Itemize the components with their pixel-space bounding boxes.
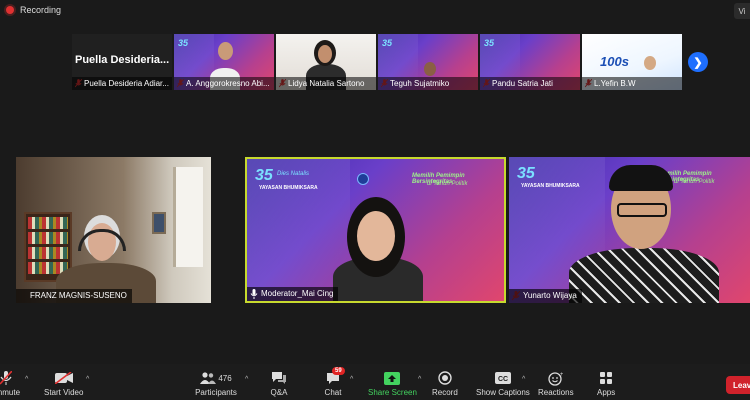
participant-thumbnail[interactable]: 35 Teguh Sujatmiko	[378, 34, 478, 90]
svg-text:+: +	[560, 372, 563, 378]
participant-thumbnail[interactable]: 100s L.Yefin B.W	[582, 34, 682, 90]
record-button[interactable]: Record	[432, 370, 458, 397]
slide-logo: 35	[178, 38, 189, 48]
moderator-face	[357, 211, 395, 261]
mic-icon	[250, 289, 258, 299]
seal-icon	[357, 173, 369, 185]
participant-name: A. Anggorokresno Abi...	[174, 77, 274, 90]
participant-name: Pandu Satria Jati	[480, 77, 580, 90]
participant-face	[644, 56, 656, 70]
slide-logo: 35	[255, 167, 273, 184]
wall-picture	[152, 212, 166, 234]
slide-subtitle: Dies Natalis	[277, 171, 310, 177]
participant-strip: Puella Desideria... Puella Desideria Adi…	[72, 34, 682, 90]
slide-headline-2: di Tahun Politik	[674, 179, 715, 185]
reactions-label: Reactions	[538, 388, 574, 397]
participant-big-name: Puella Desideria...	[75, 54, 170, 66]
participant-face	[424, 62, 436, 76]
slide-logo: 35	[484, 38, 495, 48]
apps-icon	[597, 370, 615, 386]
muted-mic-icon	[0, 370, 15, 386]
share-screen-button[interactable]: Share Screen	[368, 370, 417, 397]
next-page-arrow-icon[interactable]: ❯	[688, 52, 708, 72]
participant-name: L.Yefin B.W	[582, 77, 682, 90]
participants-button[interactable]: 476 Participants	[194, 370, 238, 397]
speaker-name: Moderator_Mai Cing	[247, 287, 339, 301]
speaker-name: Yunarto Wijaya	[509, 289, 582, 303]
participants-count: 476	[218, 373, 232, 383]
chat-caret-icon[interactable]: ^	[350, 376, 353, 383]
slide-headline-2: di Tahun Politik	[427, 181, 468, 187]
chat-badge: 59	[332, 367, 345, 375]
chat-button[interactable]: 59 Chat	[324, 367, 345, 397]
participant-thumbnail[interactable]: Lidya Natalia Sartono	[276, 34, 376, 90]
record-icon	[436, 370, 454, 386]
participant-thumbnail[interactable]: 35 A. Anggorokresno Abi...	[174, 34, 274, 90]
slide-logo: 35	[517, 165, 535, 182]
share-caret-icon[interactable]: ^	[418, 376, 421, 383]
apps-label: Apps	[597, 388, 616, 397]
slide-logo: 35	[382, 38, 393, 48]
participant-face	[318, 45, 332, 63]
reactions-icon: +	[547, 370, 565, 386]
unmute-button[interactable]: Unmute	[0, 370, 20, 397]
apps-button[interactable]: Apps	[597, 370, 615, 397]
glasses-icon	[617, 203, 667, 217]
video-off-icon	[54, 370, 73, 386]
video-tile[interactable]: FRANZ MAGNIS-SUSENO	[16, 157, 211, 303]
participant-name: Teguh Sujatmiko	[378, 77, 478, 90]
svg-text:CC: CC	[498, 376, 508, 383]
slide-org: YAYASAN BHUMIKSARA	[521, 183, 580, 189]
participants-icon: 476	[194, 370, 238, 386]
start-video-label: Start Video	[44, 388, 84, 397]
room-window	[173, 167, 203, 267]
participant-thumbnail[interactable]: 35 Pandu Satria Jati	[480, 34, 580, 90]
recording-dot-icon	[6, 6, 14, 14]
participant-name: Puella Desideria Adiar...	[72, 77, 172, 90]
participant-thumbnail[interactable]: Puella Desideria... Puella Desideria Adi…	[72, 34, 172, 90]
unmute-label: Unmute	[0, 388, 21, 397]
participants-caret-icon[interactable]: ^	[245, 376, 248, 383]
share-screen-icon	[383, 370, 401, 386]
leave-button[interactable]: Leav	[726, 376, 750, 394]
recording-indicator[interactable]: Recording	[6, 5, 61, 15]
video-options-caret-icon[interactable]: ^	[86, 376, 89, 383]
view-button[interactable]: Vi	[734, 3, 750, 19]
participant-name: Lidya Natalia Sartono	[276, 77, 376, 90]
slide-text: 100s	[600, 54, 629, 69]
participants-label: Participants	[195, 388, 237, 397]
qa-icon	[270, 370, 288, 386]
show-captions-button[interactable]: CC Show Captions	[476, 370, 530, 397]
show-captions-label: Show Captions	[476, 388, 530, 397]
speaker-hair	[609, 165, 673, 191]
qa-button[interactable]: Q&A	[270, 370, 288, 397]
captions-icon: CC	[494, 370, 512, 386]
recording-label: Recording	[20, 5, 62, 15]
qa-label: Q&A	[270, 388, 288, 397]
participant-face	[218, 42, 233, 60]
share-screen-label: Share Screen	[368, 388, 417, 397]
meeting-toolbar: Unmute ^ Start Video ^ 476 Participants …	[0, 364, 750, 400]
video-tile-active-speaker[interactable]: 35 Dies Natalis YAYASAN BHUMIKSARA Memil…	[245, 157, 506, 303]
chat-icon: 59	[324, 367, 345, 386]
speaker-body	[569, 248, 719, 303]
audio-options-caret-icon[interactable]: ^	[25, 376, 28, 383]
captions-caret-icon[interactable]: ^	[522, 376, 525, 383]
chat-label: Chat	[324, 388, 342, 397]
slide-org: YAYASAN BHUMIKSARA	[259, 185, 318, 191]
speaker-name: FRANZ MAGNIS-SUSENO	[16, 289, 132, 303]
video-tile[interactable]: 35 YAYASAN BHUMIKSARA Memilih Pemimpin B…	[509, 157, 750, 303]
start-video-button[interactable]: Start Video	[44, 370, 83, 397]
reactions-button[interactable]: + Reactions	[538, 370, 574, 398]
record-label: Record	[432, 388, 458, 397]
